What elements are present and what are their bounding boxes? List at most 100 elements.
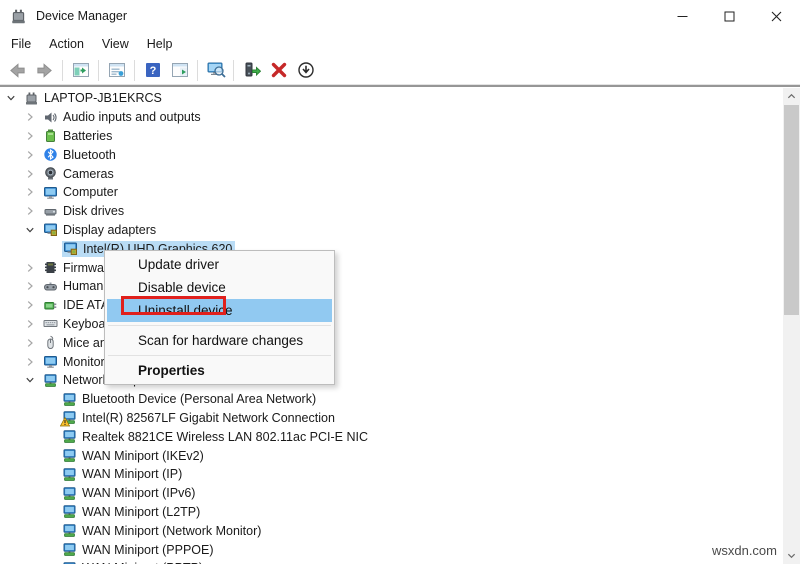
menu-help[interactable]: Help [138,34,182,54]
toolbar-separator [62,59,63,81]
tree-row-cameras[interactable]: Cameras [0,164,800,183]
monitor-icon [43,354,58,369]
display-adapter-icon [63,241,78,256]
tree-row-wan-miniport-l2tp[interactable]: WAN Miniport (L2TP) [0,503,800,522]
chevron-down-icon[interactable] [25,374,43,386]
disable-icon [297,61,315,79]
chevron-down-icon[interactable] [25,224,43,236]
chevron-right-icon[interactable] [25,299,43,311]
monitor-icon [43,185,58,200]
network-adapter-icon [62,467,77,482]
display-adapter-icon [43,222,58,237]
tree-item-label: Bluetooth [63,147,116,162]
context-menu-item-label: Scan for hardware changes [138,333,304,348]
context-menu-item-update-driver[interactable]: Update driver [107,253,332,276]
context-menu: Update driver Disable device Uninstall dev… [104,250,335,385]
tree-item-label: WAN Miniport (L2TP) [82,504,201,519]
minimize-button[interactable] [659,0,706,32]
properties-icon [108,61,126,79]
menu-view[interactable]: View [93,34,138,54]
tree-item-label: WAN Miniport (PPTP) [82,560,206,564]
tree-row-bluetooth[interactable]: Bluetooth [0,145,800,164]
tree-row-wan-miniport-ipv6[interactable]: WAN Miniport (IPv6) [0,484,800,503]
tree-row-laptop-jb1ekrcs[interactable]: LAPTOP-JB1EKRCS [0,89,800,108]
device-tree-pane: LAPTOP-JB1EKRCS Audio inputs and outputs B… [0,87,800,564]
help-button[interactable]: ? [139,58,166,83]
show-console-tree-button[interactable] [67,58,94,83]
tree-item-label: WAN Miniport (IP) [82,467,183,482]
svg-text:?: ? [149,65,156,77]
scan-hardware-button[interactable] [202,58,229,83]
context-menu-item-properties[interactable]: Properties [107,359,332,382]
tree-row-batteries[interactable]: Batteries [0,127,800,146]
network-adapter-icon [60,410,77,427]
context-menu-item-scan-for-hardware-changes[interactable]: Scan for hardware changes [107,329,332,352]
tree-row-realtek-8821ce-wireless-lan-802-11ac-pci-e-nic[interactable]: Realtek 8821CE Wireless LAN 802.11ac PCI… [0,427,800,446]
chevron-right-icon[interactable] [25,280,43,292]
menu-file[interactable]: File [2,34,40,54]
action-pane-button[interactable] [166,58,193,83]
chevron-right-icon[interactable] [25,111,43,123]
bluetooth-icon [43,147,58,162]
warning-icon [60,417,70,427]
tree-row-disk-drives[interactable]: Disk drives [0,202,800,221]
scrollbar-thumb[interactable] [784,105,799,315]
uninstall-button[interactable] [265,58,292,83]
chevron-right-icon[interactable] [25,168,43,180]
properties-button[interactable] [103,58,130,83]
hid-icon [43,279,58,294]
menu-action[interactable]: Action [40,34,93,54]
chevron-right-icon[interactable] [25,186,43,198]
network-adapter-icon [62,504,77,519]
chevron-right-icon[interactable] [25,205,43,217]
vertical-scrollbar[interactable] [783,88,800,564]
tree-row-wan-miniport-pppoe[interactable]: WAN Miniport (PPPOE) [0,540,800,559]
toolbar-separator [233,59,234,81]
tree-row-display-adapters[interactable]: Display adapters [0,221,800,240]
computer-icon [24,91,39,106]
update-driver-icon [243,61,261,79]
firmware-icon [43,260,58,275]
tree-item-label: WAN Miniport (IPv6) [82,486,196,501]
device-manager-app-icon [10,8,27,25]
chevron-down-icon[interactable] [6,92,24,104]
disable-button[interactable] [292,58,319,83]
context-menu-item-label: Update driver [138,257,220,272]
minimize-icon [677,11,688,22]
tree-row-wan-miniport-pptp[interactable]: WAN Miniport (PPTP) [0,559,800,564]
close-button[interactable] [753,0,800,32]
show-console-tree-icon [72,61,90,79]
chevron-right-icon[interactable] [25,262,43,274]
forward-button[interactable] [31,58,58,83]
tree-row-audio-inputs-and-outputs[interactable]: Audio inputs and outputs [0,108,800,127]
keyboard-icon [43,316,58,331]
chevron-right-icon[interactable] [25,318,43,330]
mouse-icon [43,335,58,350]
disk-icon [43,204,58,219]
back-button[interactable] [4,58,31,83]
chevron-right-icon[interactable] [25,337,43,349]
tree-row-computer[interactable]: Computer [0,183,800,202]
tree-row-wan-miniport-ikev2[interactable]: WAN Miniport (IKEv2) [0,446,800,465]
maximize-button[interactable] [706,0,753,32]
update-driver-button[interactable] [238,58,265,83]
chevron-right-icon[interactable] [25,130,43,142]
tree-item-label: Cameras [63,166,114,181]
tree-row-wan-miniport-network-monitor[interactable]: WAN Miniport (Network Monitor) [0,521,800,540]
camera-icon [43,166,58,181]
chevron-right-icon[interactable] [25,149,43,161]
tree-row-intel-r-82567lf-gigabit-network-connection[interactable]: Intel(R) 82567LF Gigabit Network Connect… [0,409,800,428]
tree-item-label: LAPTOP-JB1EKRCS [44,91,162,106]
window-title: Device Manager [36,9,128,23]
tree-row-bluetooth-device-personal-area-network[interactable]: Bluetooth Device (Personal Area Network) [0,390,800,409]
network-adapter-icon [62,486,77,501]
scroll-down-button[interactable] [783,547,800,564]
scroll-up-button[interactable] [783,88,800,105]
chevron-right-icon[interactable] [25,356,43,368]
tree-row-wan-miniport-ip[interactable]: WAN Miniport (IP) [0,465,800,484]
